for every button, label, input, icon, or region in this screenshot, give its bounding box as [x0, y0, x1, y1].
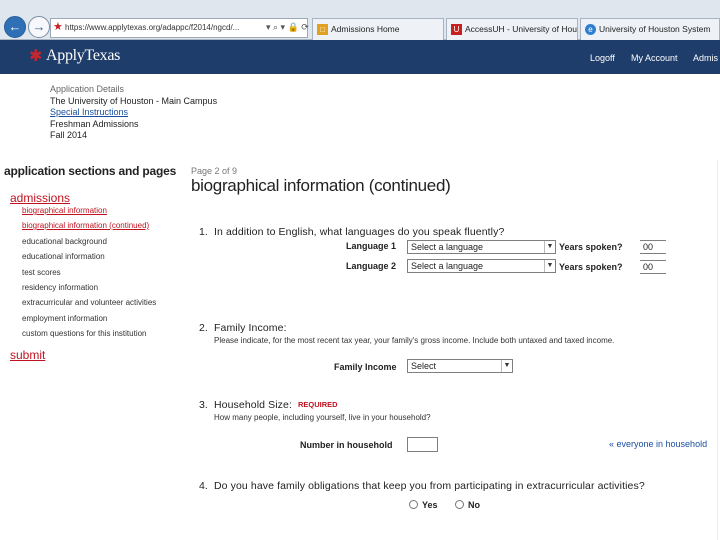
language-2-select[interactable]: Select a language ▼: [407, 259, 556, 273]
admissions-link[interactable]: Admis: [693, 53, 718, 63]
site-header: ✱ ApplyTexas Logoff My Account Admis: [0, 40, 720, 74]
question-4-number: 4.: [199, 480, 208, 492]
question-3-text: Household Size:: [214, 399, 292, 411]
household-number-label: Number in household: [300, 440, 393, 450]
ie-icon: e: [585, 24, 596, 35]
yes-radio[interactable]: [409, 500, 418, 509]
years-spoken-2-input[interactable]: 00: [640, 260, 666, 274]
page-number: Page 2 of 9: [191, 166, 238, 176]
sidebar-item-biographical-information-continued[interactable]: biographical information (continued): [22, 221, 149, 230]
question-3-number: 3.: [199, 399, 208, 411]
tab-label: AccessUH - University of Hous: [465, 24, 578, 34]
school-name: The University of Houston - Main Campus: [50, 95, 218, 106]
no-radio-label: No: [468, 500, 480, 510]
content-divider: [717, 160, 718, 540]
question-2-subtext: Please indicate, for the most recent tax…: [214, 336, 615, 345]
years-spoken-label: Years spoken?: [559, 242, 623, 252]
everyone-in-household-link[interactable]: « everyone in household: [609, 439, 707, 449]
browser-toolbar: ← → https://www.applytexas.org/adappc/f2…: [0, 0, 720, 40]
sidebar-title: application sections and pages: [4, 164, 177, 178]
sidebar-item-custom-questions[interactable]: custom questions for this institution: [22, 329, 147, 338]
sidebar-item-employment-information[interactable]: employment information: [22, 314, 107, 323]
uh-icon: U: [451, 24, 462, 35]
forward-button[interactable]: →: [28, 16, 50, 38]
logoff-link[interactable]: Logoff: [590, 53, 615, 63]
sidebar-item-educational-information[interactable]: educational information: [22, 252, 105, 261]
chevron-down-icon: ▼: [544, 241, 555, 253]
logo-star-icon: ✱: [29, 48, 43, 65]
favorite-star-icon[interactable]: ★: [53, 20, 63, 34]
language-2-label: Language 2: [346, 261, 397, 271]
yes-radio-label: Yes: [422, 500, 438, 510]
tab-uh-system[interactable]: e University of Houston System: [580, 18, 720, 40]
sidebar-item-test-scores[interactable]: test scores: [22, 268, 61, 277]
program-name: Freshman Admissions: [50, 118, 139, 129]
no-radio[interactable]: [455, 500, 464, 509]
select-value: Select a language: [411, 242, 484, 252]
select-value: Select a language: [411, 261, 484, 271]
my-account-link[interactable]: My Account: [631, 53, 678, 63]
question-1-text: In addition to English, what languages d…: [214, 226, 505, 238]
applytexas-logo[interactable]: ApplyTexas: [46, 47, 120, 65]
required-badge: REQUIRED: [298, 400, 338, 409]
years-spoken-label: Years spoken?: [559, 262, 623, 272]
question-2-text: Family Income:: [214, 322, 287, 334]
term: Fall 2014: [50, 130, 88, 140]
application-details: Application Details The University of Ho…: [50, 84, 217, 142]
language-1-label: Language 1: [346, 241, 397, 251]
details-heading: Application Details: [50, 84, 125, 94]
special-instructions-link[interactable]: Special Instructions: [50, 107, 217, 119]
household-number-input[interactable]: [407, 437, 438, 452]
sidebar: application sections and pages admission…: [4, 164, 184, 362]
question-2-number: 2.: [199, 322, 208, 334]
question-1-number: 1.: [199, 226, 208, 238]
address-controls[interactable]: ▾ ⌕ ▾ 🔒 ⟳: [266, 22, 309, 33]
language-1-select[interactable]: Select a language ▼: [407, 240, 556, 254]
tab-admissions-home[interactable]: □ Admissions Home: [312, 18, 444, 40]
tab-accessuh[interactable]: U AccessUH - University of Hous: [446, 18, 578, 40]
question-4-text: Do you have family obligations that keep…: [214, 480, 645, 492]
family-income-select[interactable]: Select ▼: [407, 359, 513, 373]
select-value: Select: [411, 361, 437, 371]
sidebar-item-residency-information[interactable]: residency information: [22, 283, 98, 292]
folder-icon: □: [317, 24, 328, 35]
sidebar-item-extracurricular[interactable]: extracurricular and volunteer activities: [22, 298, 156, 307]
page-title: biographical information (continued): [191, 176, 451, 195]
section-submit-link[interactable]: submit: [10, 348, 45, 362]
tab-label: University of Houston System: [599, 24, 711, 34]
sidebar-item-biographical-information[interactable]: biographical information: [22, 206, 107, 215]
back-button[interactable]: ←: [4, 16, 26, 38]
question-3-subtext: How many people, including yourself, liv…: [214, 413, 431, 422]
chevron-down-icon: ▼: [501, 360, 512, 372]
section-admissions-link[interactable]: admissions: [10, 191, 70, 205]
chevron-down-icon: ▼: [544, 260, 555, 272]
sidebar-item-educational-background[interactable]: educational background: [22, 237, 107, 246]
family-income-label: Family Income: [334, 362, 397, 372]
years-spoken-1-input[interactable]: 00: [640, 240, 666, 254]
tab-label: Admissions Home: [331, 24, 400, 34]
